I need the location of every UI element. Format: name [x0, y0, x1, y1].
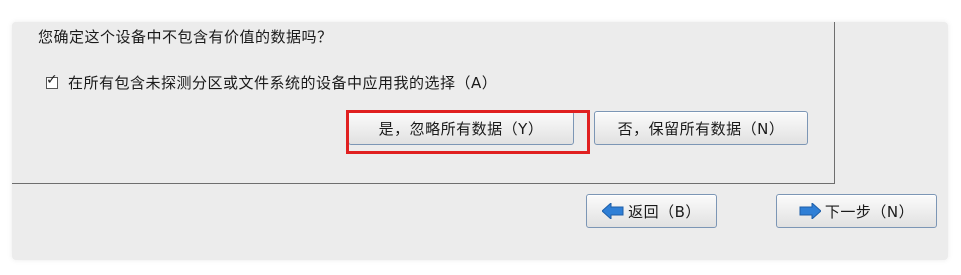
yes-discard-button[interactable]: 是，忽略所有数据（Y）	[348, 111, 574, 145]
no-keep-button[interactable]: 否，保留所有数据（N）	[594, 111, 808, 145]
arrow-right-icon	[799, 203, 821, 219]
arrow-left-icon	[602, 203, 624, 219]
apply-all-checkbox[interactable]: ✓	[46, 73, 58, 89]
apply-all-label: 在所有包含未探测分区或文件系统的设备中应用我的选择（A）	[68, 74, 498, 92]
back-label: 返回（B）	[628, 202, 701, 221]
apply-all-option[interactable]: ✓ 在所有包含未探测分区或文件系统的设备中应用我的选择（A）	[46, 72, 497, 93]
dialog-question: 您确定这个设备中不包含有价值的数据吗？	[38, 28, 333, 46]
installer-window: 您确定这个设备中不包含有价值的数据吗？ ✓ 在所有包含未探测分区或文件系统的设备…	[12, 22, 948, 260]
next-label: 下一步（N）	[824, 202, 915, 221]
storage-warning-dialog: 您确定这个设备中不包含有价值的数据吗？ ✓ 在所有包含未探测分区或文件系统的设备…	[12, 22, 835, 184]
checkmark-icon: ✓	[46, 71, 58, 88]
next-button[interactable]: 下一步（N）	[776, 194, 937, 228]
back-button[interactable]: 返回（B）	[586, 194, 717, 228]
